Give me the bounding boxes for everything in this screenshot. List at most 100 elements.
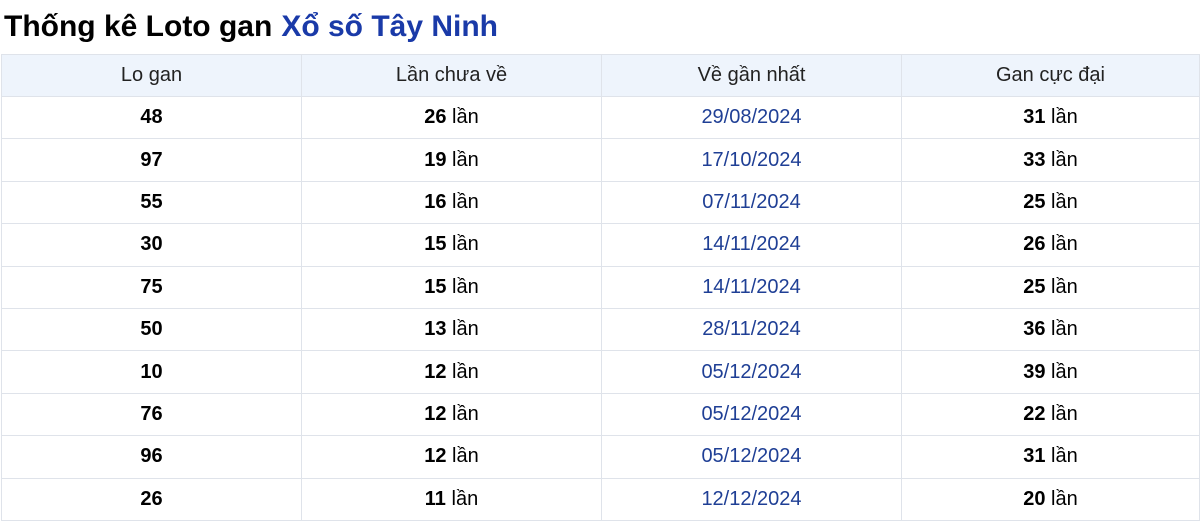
unit-label: lần bbox=[1051, 487, 1078, 510]
missed-count: 13 bbox=[424, 318, 447, 341]
last-date: 07/11/2024 bbox=[702, 190, 801, 213]
missed-count: 19 bbox=[424, 148, 447, 171]
lo-number-cell: 76 bbox=[1, 392, 302, 437]
missed-count-cell: 16 lần bbox=[301, 180, 602, 225]
lo-number: 50 bbox=[140, 318, 163, 341]
unit-label: lần bbox=[452, 318, 479, 341]
max-gap-count: 39 bbox=[1023, 360, 1046, 383]
lottery-link[interactable]: Xổ số Tây Ninh bbox=[281, 10, 498, 44]
table-row: 96 12 lần 05/12/2024 31 lần bbox=[1, 435, 1200, 479]
missed-count: 26 bbox=[424, 106, 447, 129]
missed-count: 12 bbox=[424, 360, 447, 383]
lo-number-cell: 55 bbox=[1, 180, 302, 225]
lo-number: 75 bbox=[140, 275, 163, 298]
last-date: 29/08/2024 bbox=[701, 106, 802, 129]
unit-label: lần bbox=[1051, 445, 1078, 468]
last-date-cell: 05/12/2024 bbox=[601, 392, 902, 437]
table-row: 75 15 lần 14/11/2024 25 lần bbox=[1, 265, 1200, 309]
lo-number: 26 bbox=[140, 487, 163, 510]
missed-count: 12 bbox=[424, 402, 447, 425]
unit-label: lần bbox=[452, 445, 479, 468]
last-date-cell: 14/11/2024 bbox=[601, 223, 902, 267]
last-date: 14/11/2024 bbox=[702, 275, 801, 298]
missed-count-cell: 26 lần bbox=[301, 95, 602, 140]
max-gap-count: 36 bbox=[1023, 318, 1046, 341]
missed-count: 15 bbox=[424, 233, 447, 256]
last-date-cell: 05/12/2024 bbox=[601, 350, 902, 394]
missed-count-cell: 15 lần bbox=[301, 223, 602, 267]
lo-number: 97 bbox=[140, 148, 163, 171]
header-lo-gan: Lo gan bbox=[1, 54, 302, 97]
lo-number-cell: 50 bbox=[1, 307, 302, 352]
lo-number-cell: 48 bbox=[1, 95, 302, 140]
unit-label: lần bbox=[452, 402, 479, 425]
lo-number-cell: 30 bbox=[1, 223, 302, 267]
last-date: 05/12/2024 bbox=[701, 402, 802, 425]
unit-label: lần bbox=[452, 360, 479, 383]
max-gap-cell: 20 lần bbox=[901, 477, 1200, 521]
missed-count-cell: 19 lần bbox=[301, 138, 602, 182]
max-gap-cell: 22 lần bbox=[901, 392, 1200, 437]
lo-number: 76 bbox=[140, 402, 163, 425]
unit-label: lần bbox=[1051, 275, 1078, 298]
lo-number-cell: 75 bbox=[1, 265, 302, 309]
header-lan-chua-ve: Lần chưa về bbox=[301, 54, 602, 97]
max-gap-cell: 25 lần bbox=[901, 180, 1200, 225]
unit-label: lần bbox=[452, 233, 479, 256]
last-date-cell: 14/11/2024 bbox=[601, 265, 902, 309]
lo-number: 30 bbox=[140, 233, 163, 256]
unit-label: lần bbox=[452, 148, 479, 171]
max-gap-cell: 25 lần bbox=[901, 265, 1200, 309]
missed-count: 16 bbox=[424, 190, 447, 213]
unit-label: lần bbox=[1051, 360, 1078, 383]
unit-label: lần bbox=[452, 106, 479, 129]
table-row: 50 13 lần 28/11/2024 36 lần bbox=[1, 307, 1200, 352]
unit-label: lần bbox=[1051, 233, 1078, 256]
max-gap-count: 22 bbox=[1023, 402, 1046, 425]
last-date-cell: 12/12/2024 bbox=[601, 477, 902, 521]
unit-label: lần bbox=[1051, 148, 1078, 171]
max-gap-cell: 39 lần bbox=[901, 350, 1200, 394]
lo-number-cell: 26 bbox=[1, 477, 302, 521]
max-gap-cell: 26 lần bbox=[901, 223, 1200, 267]
lo-number: 48 bbox=[140, 106, 163, 129]
loto-gan-table: Lo gan Lần chưa về Về gần nhất Gan cực đ… bbox=[1, 54, 1200, 521]
max-gap-count: 25 bbox=[1023, 190, 1046, 213]
missed-count-cell: 12 lần bbox=[301, 350, 602, 394]
last-date-cell: 05/12/2024 bbox=[601, 435, 902, 479]
unit-label: lần bbox=[1051, 106, 1078, 129]
table-row: 26 11 lần 12/12/2024 20 lần bbox=[1, 477, 1200, 521]
title-text: Thống kê Loto gan bbox=[4, 10, 273, 43]
unit-label: lần bbox=[1051, 190, 1078, 213]
table-row: 30 15 lần 14/11/2024 26 lần bbox=[1, 223, 1200, 267]
missed-count: 15 bbox=[424, 275, 447, 298]
table-row: 97 19 lần 17/10/2024 33 lần bbox=[1, 138, 1200, 182]
last-date-cell: 28/11/2024 bbox=[601, 307, 902, 352]
max-gap-count: 31 bbox=[1023, 445, 1046, 468]
missed-count-cell: 13 lần bbox=[301, 307, 602, 352]
lo-number-cell: 10 bbox=[1, 350, 302, 394]
missed-count: 12 bbox=[424, 445, 447, 468]
last-date: 28/11/2024 bbox=[702, 318, 801, 341]
header-ve-gan-nhat: Về gần nhất bbox=[601, 54, 902, 97]
header-gan-cuc-dai: Gan cực đại bbox=[901, 54, 1200, 97]
max-gap-cell: 31 lần bbox=[901, 435, 1200, 479]
last-date: 14/11/2024 bbox=[702, 233, 801, 256]
lo-number: 10 bbox=[140, 360, 163, 383]
max-gap-cell: 36 lần bbox=[901, 307, 1200, 352]
page-title: Thống kê Loto gan Xổ số Tây Ninh bbox=[0, 0, 1200, 54]
missed-count-cell: 11 lần bbox=[301, 477, 602, 521]
lo-number: 96 bbox=[140, 445, 163, 468]
max-gap-count: 33 bbox=[1023, 148, 1046, 171]
missed-count-cell: 12 lần bbox=[301, 392, 602, 437]
unit-label: lần bbox=[1051, 402, 1078, 425]
missed-count-cell: 12 lần bbox=[301, 435, 602, 479]
unit-label: lần bbox=[452, 190, 479, 213]
unit-label: lần bbox=[451, 487, 479, 510]
lo-number-cell: 96 bbox=[1, 435, 302, 479]
last-date-cell: 07/11/2024 bbox=[601, 180, 902, 225]
missed-count-cell: 15 lần bbox=[301, 265, 602, 309]
last-date: 17/10/2024 bbox=[701, 148, 802, 171]
max-gap-cell: 33 lần bbox=[901, 138, 1200, 182]
last-date-cell: 17/10/2024 bbox=[601, 138, 902, 182]
